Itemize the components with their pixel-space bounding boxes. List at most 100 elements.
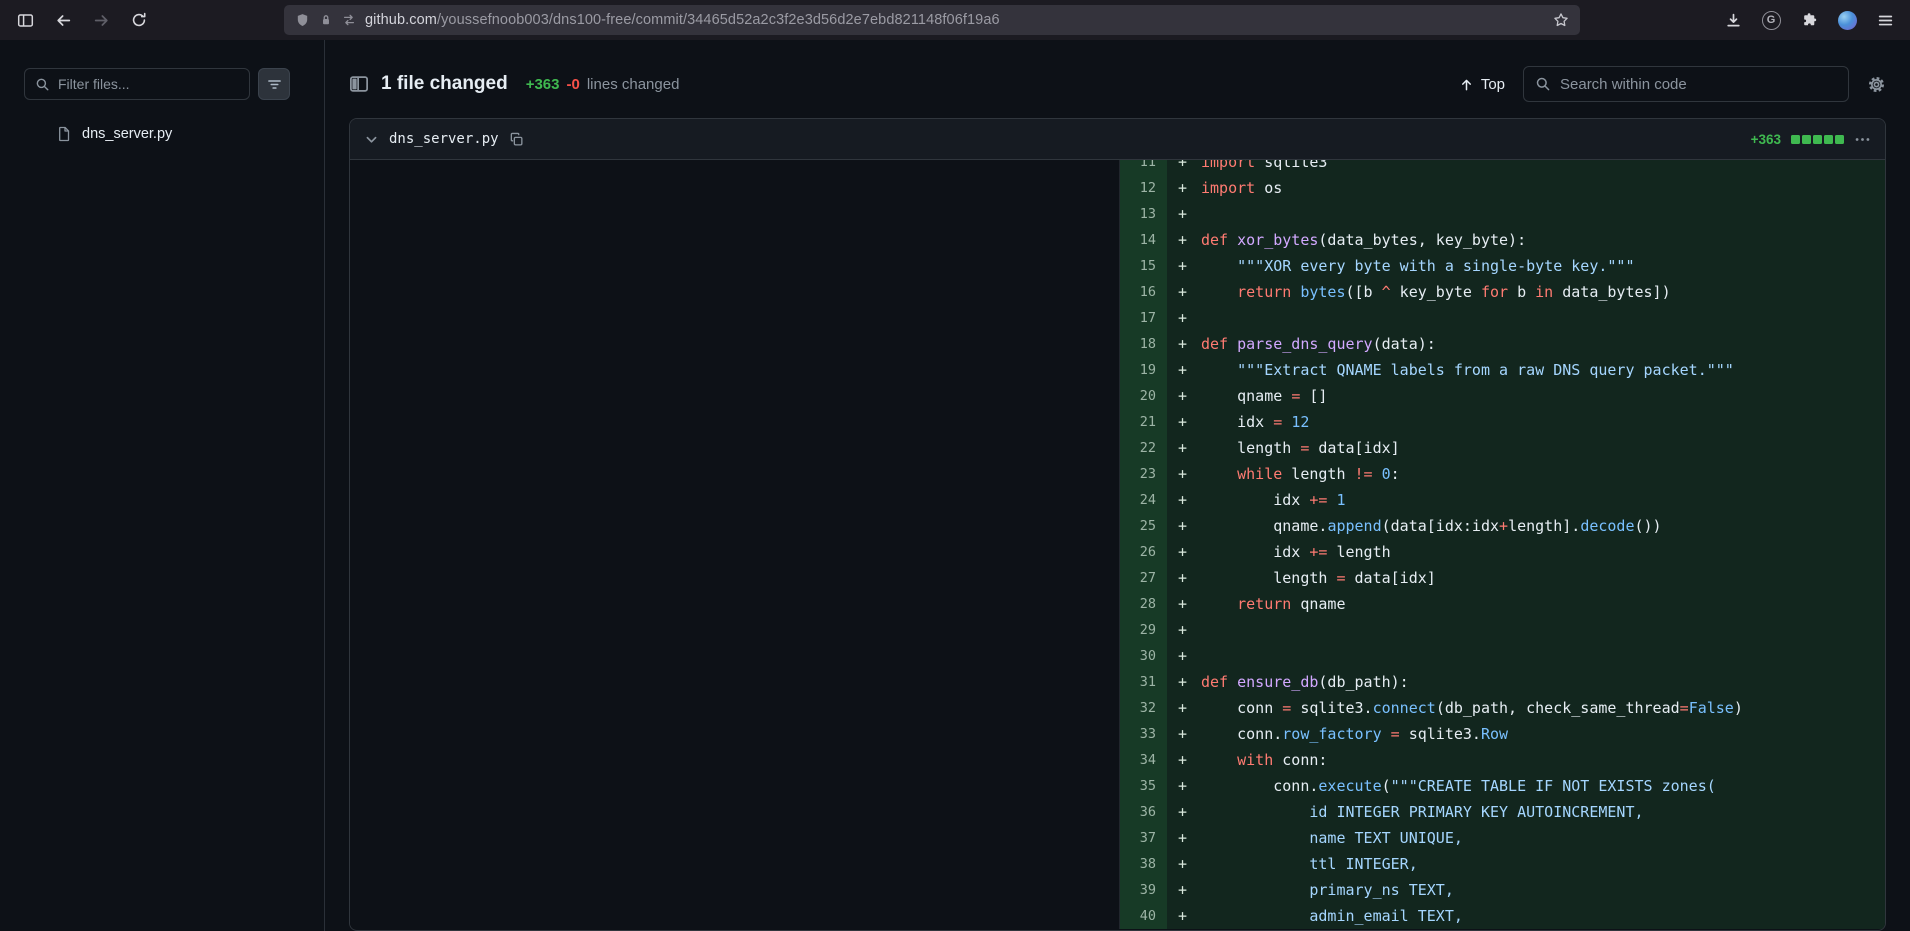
line-number[interactable]: 15 (1120, 253, 1167, 279)
diff-row: 14+def xor_bytes(data_bytes, key_byte): (350, 227, 1885, 253)
back-to-top-link[interactable]: Top (1459, 76, 1505, 93)
diff-old-side-empty (350, 253, 1120, 279)
line-number[interactable]: 38 (1120, 851, 1167, 877)
line-number[interactable]: 23 (1120, 461, 1167, 487)
addition-marker: + (1167, 227, 1201, 253)
line-number[interactable]: 37 (1120, 825, 1167, 851)
code-line: def ensure_db(db_path): (1201, 669, 1409, 695)
diff-code-cell: + length = data[idx] (1167, 435, 1885, 461)
line-number[interactable]: 33 (1120, 721, 1167, 747)
browser-menu-button[interactable] (1868, 4, 1902, 36)
diff-row: 33+ conn.row_factory = sqlite3.Row (350, 721, 1885, 747)
line-number[interactable]: 39 (1120, 877, 1167, 903)
line-number[interactable]: 13 (1120, 201, 1167, 227)
file-tree-item-dns-server[interactable]: dns_server.py (0, 126, 324, 142)
copy-path-button[interactable] (509, 132, 524, 147)
diff-row: 40+ admin_email TEXT, (350, 903, 1885, 929)
line-number[interactable]: 26 (1120, 539, 1167, 565)
filter-files-input[interactable] (58, 76, 239, 92)
line-number[interactable]: 31 (1120, 669, 1167, 695)
line-number[interactable]: 25 (1120, 513, 1167, 539)
line-number[interactable]: 18 (1120, 331, 1167, 357)
g-circle-icon: G (1762, 11, 1781, 30)
line-number[interactable]: 29 (1120, 617, 1167, 643)
diff-code-cell: + (1167, 201, 1885, 227)
line-number[interactable]: 36 (1120, 799, 1167, 825)
line-number[interactable]: 32 (1120, 695, 1167, 721)
tracking-protection-shield-icon[interactable] (295, 13, 310, 28)
line-number[interactable]: 22 (1120, 435, 1167, 461)
addition-marker: + (1167, 747, 1201, 773)
downloads-button[interactable] (1716, 4, 1750, 36)
line-number[interactable]: 30 (1120, 643, 1167, 669)
diff-file-name[interactable]: dns_server.py (389, 131, 499, 147)
bookmark-star-button[interactable] (1553, 12, 1569, 28)
addition-marker: + (1167, 175, 1201, 201)
search-within-code-field[interactable] (1523, 66, 1849, 102)
line-number[interactable]: 24 (1120, 487, 1167, 513)
line-number[interactable]: 40 (1120, 903, 1167, 929)
extensions-button[interactable] (1792, 4, 1826, 36)
url-bar[interactable]: github.com/youssefnoob003/dns100-free/co… (284, 5, 1580, 35)
addition-marker: + (1167, 305, 1201, 331)
line-number[interactable]: 17 (1120, 305, 1167, 331)
line-number[interactable]: 20 (1120, 383, 1167, 409)
line-number[interactable]: 28 (1120, 591, 1167, 617)
diff-row: 31+def ensure_db(db_path): (350, 669, 1885, 695)
code-line: import os (1201, 175, 1282, 201)
diff-code-cell: + primary_ns TEXT, (1167, 877, 1885, 903)
addition-marker: + (1167, 695, 1201, 721)
diff-body[interactable]: 11+import sqlite312+import os13+14+def x… (350, 160, 1885, 930)
url-text[interactable]: github.com/youssefnoob003/dns100-free/co… (365, 12, 1544, 28)
line-number[interactable]: 14 (1120, 227, 1167, 253)
g-extension-button[interactable]: G (1754, 4, 1788, 36)
diff-old-side-empty (350, 799, 1120, 825)
search-within-code-input[interactable] (1560, 76, 1837, 93)
line-number[interactable]: 19 (1120, 357, 1167, 383)
lock-icon[interactable] (319, 13, 333, 27)
line-number[interactable]: 12 (1120, 175, 1167, 201)
split-pane-icon (349, 74, 369, 94)
diff-code-cell: + admin_email TEXT, (1167, 903, 1885, 929)
diff-row: 25+ qname.append(data[idx:idx+length].de… (350, 513, 1885, 539)
browser-sidebar-toggle-button[interactable] (8, 4, 42, 36)
collapse-file-button[interactable] (364, 132, 379, 147)
diff-row: 34+ with conn: (350, 747, 1885, 773)
addition-marker: + (1167, 435, 1201, 461)
diff-settings-button[interactable] (1867, 75, 1886, 94)
diff-old-side-empty (350, 669, 1120, 695)
browser-back-button[interactable] (46, 4, 80, 36)
browser-forward-button[interactable] (84, 4, 118, 36)
addition-marker: + (1167, 487, 1201, 513)
profile-button[interactable] (1830, 4, 1864, 36)
line-number[interactable]: 16 (1120, 279, 1167, 305)
diff-code-cell: + """XOR every byte with a single-byte k… (1167, 253, 1885, 279)
diff-rows: 11+import sqlite312+import os13+14+def x… (350, 160, 1885, 929)
line-number[interactable]: 27 (1120, 565, 1167, 591)
line-number[interactable]: 35 (1120, 773, 1167, 799)
line-number[interactable]: 34 (1120, 747, 1167, 773)
diff-code-cell: + conn.execute("""CREATE TABLE IF NOT EX… (1167, 773, 1885, 799)
diff-code-cell: + conn = sqlite3.connect(db_path, check_… (1167, 695, 1885, 721)
file-options-button[interactable] (1854, 131, 1871, 148)
filter-files-field[interactable] (24, 68, 250, 100)
profile-avatar (1838, 11, 1857, 30)
diff-row: 12+import os (350, 175, 1885, 201)
diff-old-side-empty (350, 903, 1120, 929)
browser-nav-group (8, 4, 156, 36)
line-number[interactable]: 11 (1120, 160, 1167, 175)
code-line: idx += 1 (1201, 487, 1346, 513)
copy-icon (509, 132, 524, 147)
file-tree-toggle-button[interactable] (349, 74, 369, 94)
diff-old-side-empty (350, 825, 1120, 851)
file-icon (56, 126, 72, 142)
file-filter-button[interactable] (258, 68, 290, 100)
diff-code-cell: +def ensure_db(db_path): (1167, 669, 1885, 695)
swap-arrows-icon[interactable] (342, 13, 356, 27)
browser-reload-button[interactable] (122, 4, 156, 36)
lines-changed-label: lines changed (587, 76, 680, 93)
addition-marker: + (1167, 669, 1201, 695)
diff-code-cell: + (1167, 305, 1885, 331)
diff-old-side-empty (350, 409, 1120, 435)
line-number[interactable]: 21 (1120, 409, 1167, 435)
